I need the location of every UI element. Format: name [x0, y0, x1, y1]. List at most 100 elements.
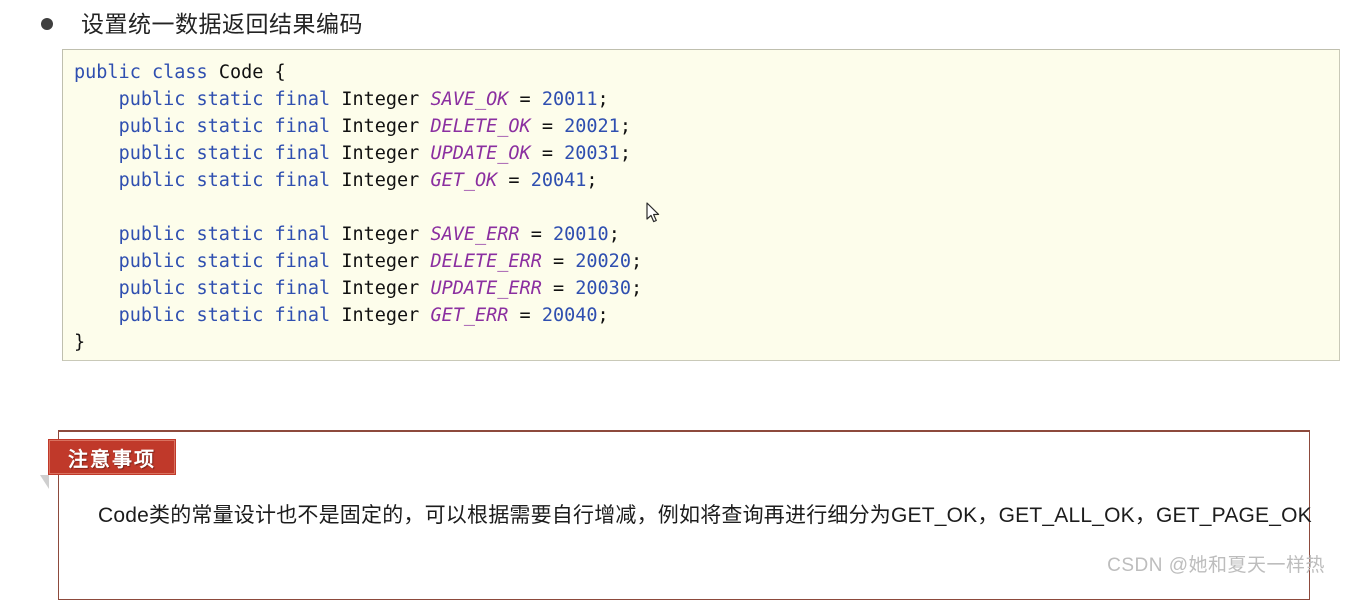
code-token: Integer	[341, 251, 420, 272]
code-token: static	[196, 278, 264, 299]
code-token: static	[196, 170, 264, 191]
code-token: static	[196, 305, 264, 326]
code-token: ;	[608, 224, 620, 245]
code-token: DELETE_ERR	[430, 251, 542, 272]
code-token: UPDATE_OK	[430, 143, 531, 164]
code-token: Integer	[341, 143, 420, 164]
code-token: ;	[597, 89, 609, 110]
code-token: 20031	[564, 143, 620, 164]
code-token: final	[274, 116, 331, 137]
ribbon-fold-decoration	[40, 475, 49, 489]
code-token: =	[508, 89, 542, 110]
code-token: {	[263, 62, 286, 83]
code-token: final	[274, 305, 331, 326]
code-token: public	[118, 143, 186, 164]
code-token: =	[508, 305, 542, 326]
code-token: }	[74, 332, 86, 353]
code-token: =	[541, 251, 576, 272]
code-token: Integer	[341, 305, 420, 326]
code-token: SAVE_OK	[430, 89, 509, 110]
code-token: final	[274, 143, 331, 164]
code-token: static	[196, 89, 264, 110]
code-token: ;	[586, 170, 598, 191]
code-token: 20040	[541, 305, 598, 326]
page-title: 设置统一数据返回结果编码	[81, 10, 363, 37]
code-token: final	[274, 251, 331, 272]
code-token: 20011	[541, 89, 598, 110]
code-token: public	[74, 62, 141, 83]
code-token: Integer	[341, 116, 420, 137]
code-token: =	[519, 224, 553, 245]
code-token: public	[118, 278, 186, 299]
code-token: ;	[619, 116, 631, 137]
code-token: final	[274, 89, 331, 110]
code-token: Integer	[341, 224, 420, 245]
code-token: static	[196, 116, 264, 137]
code-token: public	[118, 116, 186, 137]
code-token: ;	[597, 305, 609, 326]
code-token: SAVE_ERR	[430, 224, 520, 245]
code-token: static	[196, 224, 264, 245]
code-token: public	[118, 89, 186, 110]
code-token: public	[118, 305, 186, 326]
code-token: public	[118, 251, 186, 272]
code-block[interactable]: public class Code { public static final …	[62, 49, 1340, 361]
code-token: =	[530, 143, 565, 164]
code-token: ;	[630, 278, 643, 299]
code-token: UPDATE_ERR	[430, 278, 542, 299]
code-token: 20021	[564, 116, 620, 137]
heading-row: 设置统一数据返回结果编码	[0, 0, 1345, 48]
code-token: DELETE_OK	[430, 116, 531, 137]
notice-ribbon: 注意事项	[48, 439, 176, 475]
code-token: Integer	[341, 89, 420, 110]
code-token: ;	[630, 251, 643, 272]
code-content: public class Code { public static final …	[63, 50, 1339, 356]
code-token: =	[497, 170, 531, 191]
code-token: public	[118, 224, 186, 245]
watermark: CSDN @她和夏天一样热	[1107, 555, 1325, 576]
code-token: Code	[218, 62, 264, 83]
code-token: Integer	[341, 278, 420, 299]
code-token: 20020	[575, 251, 631, 272]
code-token: GET_ERR	[430, 305, 509, 326]
code-token: ;	[619, 143, 631, 164]
code-token: GET_OK	[430, 170, 498, 191]
notice-body-text: Code类的常量设计也不是固定的，可以根据需要自行增减，例如将查询再进行细分为G…	[98, 504, 1312, 527]
code-token: 20030	[575, 278, 631, 299]
code-token: class	[151, 62, 208, 83]
code-token: 20041	[530, 170, 587, 191]
code-token: final	[274, 278, 331, 299]
code-token: 20010	[552, 224, 609, 245]
code-token: final	[274, 170, 331, 191]
code-token: =	[530, 116, 565, 137]
code-token: static	[196, 251, 264, 272]
notice-ribbon-label: 注意事项	[68, 448, 156, 471]
